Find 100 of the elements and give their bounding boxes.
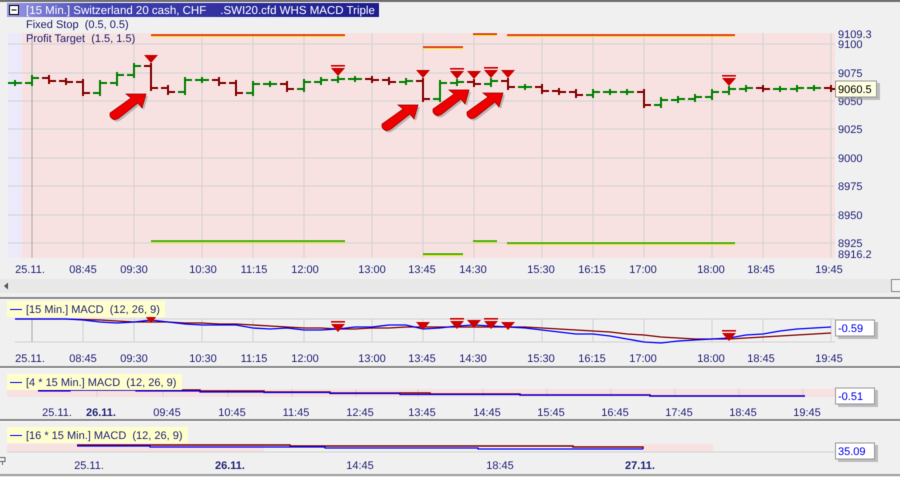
- axis-label: 8975: [838, 181, 862, 193]
- sell-marker-icon: [467, 71, 481, 79]
- axis-label: 14:30: [459, 264, 487, 276]
- axis-label: 25.11.: [42, 407, 72, 419]
- axis-label: 18:00: [697, 353, 725, 365]
- sell-marker-icon: [722, 330, 736, 341]
- indicator-value-label: -0.59: [835, 320, 878, 339]
- axis-label: 13:45: [408, 407, 436, 419]
- scroll-thumb[interactable]: [891, 279, 900, 292]
- axis-label: 15:45: [537, 407, 565, 419]
- sell-marker-icon: [484, 318, 498, 329]
- price-bar: [551, 87, 567, 96]
- sell-marker-icon: [416, 70, 430, 78]
- axis-label: 8916.2: [838, 249, 872, 261]
- indicator-legend: [16 * 15 Min.] MACD (12, 26, 9): [7, 427, 188, 443]
- axis-label: 10:30: [189, 264, 217, 276]
- axis-label: 18:45: [486, 460, 514, 472]
- price-bar: [381, 76, 397, 86]
- axis-label: 14:45: [473, 407, 501, 419]
- price-bar: [704, 88, 720, 101]
- indicator-label: Fixed Stop (0.5, 0.5): [26, 19, 129, 31]
- axis-label: 12:00: [291, 264, 319, 276]
- axis-label: 16:15: [578, 264, 606, 276]
- axis-label: 12:00: [291, 353, 319, 365]
- axis-label: 9025: [838, 124, 862, 136]
- price-bar: [92, 79, 108, 97]
- axis-label: 15:30: [527, 353, 555, 365]
- indicator-legend: [15 Min.] MACD (12, 26, 9): [7, 301, 165, 317]
- pointer-arrow: [466, 92, 505, 121]
- price-bar: [466, 78, 482, 88]
- sell-marker-icon: [722, 75, 736, 86]
- window-title: [15 Min.] Switzerland 20 cash, CHF .SWI20.cfd WHS MACD Triple: [7, 3, 379, 17]
- axis-label: 15:30: [527, 264, 555, 276]
- axis-label: 25.11.: [15, 353, 45, 365]
- axis-label: 14:30: [459, 353, 487, 365]
- price-bar: [568, 88, 584, 99]
- axis-label: 17:00: [629, 264, 657, 276]
- axis-label: 19:45: [815, 353, 843, 365]
- date-label: 26.11.: [86, 407, 116, 419]
- axis-label: 19:45: [793, 407, 821, 419]
- price-bar: [738, 84, 754, 93]
- axis-label: 9109.3: [838, 29, 872, 41]
- axis-label: 8925: [838, 238, 862, 250]
- sell-marker-icon: [331, 65, 345, 76]
- axis-label: 08:45: [69, 264, 97, 276]
- sell-marker-icon: [331, 321, 345, 332]
- sell-marker-icon: [144, 55, 158, 63]
- collapse-icon[interactable]: [9, 5, 19, 15]
- axis-label: 13:45: [408, 353, 436, 365]
- sell-marker-icon: [501, 70, 515, 78]
- indicator-label: Profit Target (1.5, 1.5): [26, 33, 136, 45]
- price-bar: [585, 88, 601, 99]
- axis-label: 25.11.: [74, 460, 104, 472]
- axis-label: 17:00: [629, 353, 657, 365]
- price-bar: [687, 93, 703, 103]
- axis-label: 16:45: [601, 407, 629, 419]
- axis-label: 11:15: [240, 264, 268, 276]
- pointer-arrow: [432, 90, 471, 118]
- axis-label: 13:00: [358, 264, 386, 276]
- sell-marker-icon: [450, 318, 464, 329]
- axis-label: 09:30: [120, 264, 148, 276]
- axis-label: 14:45: [346, 460, 374, 472]
- axis-label: 18:45: [747, 353, 775, 365]
- pointer-arrow: [110, 94, 148, 122]
- scroll-left-icon[interactable]: [4, 282, 8, 290]
- axis-label: 18:00: [697, 264, 725, 276]
- axis-label: 8950: [838, 210, 862, 222]
- sell-marker-icon: [501, 322, 515, 330]
- axis-label: 11:15: [240, 353, 268, 365]
- price-bar: [41, 74, 57, 85]
- price-bar: [789, 84, 805, 93]
- sell-marker-icon: [467, 320, 481, 328]
- axis-label: 18:45: [729, 407, 757, 419]
- stop-level-line: [473, 33, 497, 36]
- axis-label: 17:45: [665, 407, 693, 419]
- price-bar: [364, 75, 380, 84]
- target-level-line: [423, 253, 463, 256]
- price-bar: [755, 84, 771, 93]
- axis-label: 11:45: [282, 407, 310, 419]
- date-label: 26.11.: [215, 460, 245, 472]
- stop-level-line: [423, 46, 463, 49]
- axis-label: 9100: [838, 39, 862, 51]
- date-label: 27.11.: [625, 460, 655, 472]
- price-bar: [109, 71, 125, 87]
- axis-label: 10:45: [218, 407, 246, 419]
- indicator-legend: [4 * 15 Min.] MACD (12, 26, 9): [7, 374, 182, 390]
- price-bar: [483, 77, 499, 88]
- axis-label: 16:15: [578, 353, 606, 365]
- pin-icon[interactable]: [0, 457, 6, 466]
- axis-label: 19:45: [815, 264, 843, 276]
- axis-label: 12:45: [346, 407, 374, 419]
- indicator-value-label: 35.09: [835, 442, 878, 462]
- pointer-arrow: [382, 104, 420, 133]
- price-bar: [330, 75, 346, 84]
- axis-label: 9075: [838, 68, 862, 80]
- axis-label: 25.11.: [15, 264, 45, 276]
- axis-label: 9000: [838, 153, 862, 165]
- axis-label: 09:45: [153, 407, 181, 419]
- sell-marker-icon: [416, 322, 430, 330]
- sell-marker-icon: [450, 68, 464, 79]
